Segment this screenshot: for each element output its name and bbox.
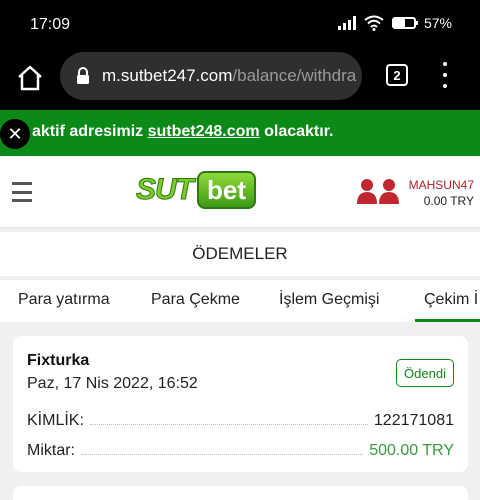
tab-switcher-button[interactable]: 2 [386, 64, 408, 86]
tab-islem-gecmisi[interactable]: İşlem Geçmişi [279, 291, 379, 309]
tab-para-yatirma[interactable]: Para yatırma [18, 291, 110, 309]
home-icon[interactable] [14, 62, 46, 94]
notice-suffix: olacaktır. [259, 123, 334, 140]
signal-icon [337, 16, 356, 30]
id-row: KİMLİK: 122171081 [27, 406, 454, 430]
amount-value: 500.00 TRY [369, 442, 454, 459]
notice-prefix: aktif adresimiz [32, 123, 148, 140]
id-label: KİMLİK: [27, 412, 84, 429]
logo-sut: SUT [136, 173, 195, 207]
dotted-leader [89, 424, 368, 425]
user-balance: 0.00 TRY [423, 194, 474, 208]
notice-banner: ✕ aktif adresimiz sutbet248.com olacaktı… [0, 110, 480, 156]
dotted-leader [81, 454, 364, 455]
battery-icon [391, 17, 418, 29]
transaction-date: Paz, 17 Nis 2022, 16:52 [27, 375, 198, 392]
status-time: 17:09 [30, 16, 71, 33]
transaction-card: Fixturka Paz, 17 Nis 2022, 16:52 Ödendi … [13, 336, 468, 472]
status-icons: 57% [337, 15, 452, 31]
tab-bar: Para yatırma Para Çekme İşlem Geçmişi Çe… [0, 280, 480, 322]
users-icon[interactable] [357, 178, 401, 204]
username[interactable]: MAHSUN47 [409, 178, 474, 192]
hamburger-menu-icon[interactable] [12, 182, 32, 202]
close-icon[interactable]: ✕ [0, 119, 30, 149]
notice-text: aktif adresimiz sutbet248.com olacaktır. [32, 123, 333, 141]
browser-menu-icon[interactable] [438, 62, 452, 88]
payment-method: Fixturka [27, 352, 90, 369]
address-bar[interactable]: m.sutbet247.com /balance/withdra [60, 52, 362, 100]
status-bar: 17:09 57% [0, 0, 480, 50]
transaction-card-next [13, 486, 468, 500]
site-logo[interactable]: SUT bet [136, 170, 256, 210]
id-value: 122171081 [373, 412, 454, 429]
lock-icon [77, 67, 89, 84]
logo-bet: bet [197, 171, 256, 209]
url-host: m.sutbet247.com [102, 66, 233, 85]
amount-row: Miktar: 500.00 TRY [27, 436, 454, 460]
site-header: SUT bet MAHSUN47 0.00 TRY [0, 156, 480, 228]
battery-percent: 57% [423, 15, 452, 31]
url-path: /balance/withdra [232, 66, 357, 85]
tab-para-cekme[interactable]: Para Çekme [151, 291, 240, 309]
status-badge: Ödendi [396, 359, 454, 387]
notice-link[interactable]: sutbet248.com [148, 123, 260, 140]
browser-toolbar: m.sutbet247.com /balance/withdra 2 [0, 50, 480, 110]
tab-cekim[interactable]: Çekim İ [424, 291, 478, 309]
wifi-icon [364, 15, 384, 31]
page-title: ÖDEMELER [0, 232, 480, 276]
amount-label: Miktar: [27, 442, 75, 459]
active-tab-indicator [415, 319, 480, 322]
